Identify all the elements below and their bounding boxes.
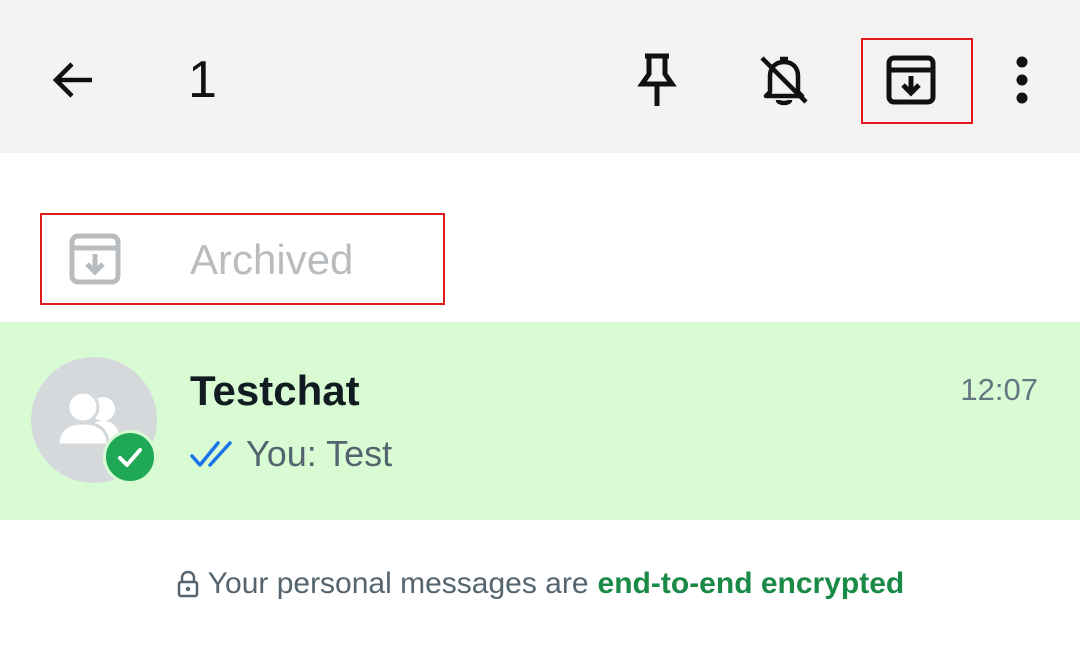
back-button[interactable] — [46, 54, 102, 106]
archived-row[interactable] — [0, 198, 1080, 322]
chat-timestamp: 12:07 — [960, 372, 1038, 407]
encryption-link[interactable]: end-to-end encrypted — [598, 567, 905, 601]
pin-button[interactable] — [627, 50, 687, 110]
lock-icon — [177, 570, 198, 598]
more-options-button[interactable] — [992, 50, 1052, 110]
double-check-icon — [190, 441, 232, 467]
check-icon — [118, 448, 142, 467]
selected-count: 1 — [188, 51, 217, 109]
encryption-notice: Your personal messages are end-to-end en… — [0, 560, 1080, 608]
last-message-text: You: Test — [246, 433, 393, 474]
mute-button[interactable] — [754, 50, 814, 110]
selected-check-badge — [103, 430, 157, 484]
archive-button-highlight — [861, 38, 973, 124]
chat-name: Testchat — [190, 367, 360, 414]
chat-list-item[interactable] — [0, 322, 1080, 520]
chat-preview: You: Test — [190, 430, 392, 478]
more-vert-icon — [1016, 56, 1028, 104]
back-arrow-icon — [52, 62, 92, 98]
archive-icon — [69, 233, 121, 285]
archived-label: Archived — [190, 236, 354, 283]
mute-bell-icon — [760, 56, 808, 106]
pin-icon — [637, 53, 677, 106]
encryption-text: Your personal messages are — [207, 567, 589, 600]
